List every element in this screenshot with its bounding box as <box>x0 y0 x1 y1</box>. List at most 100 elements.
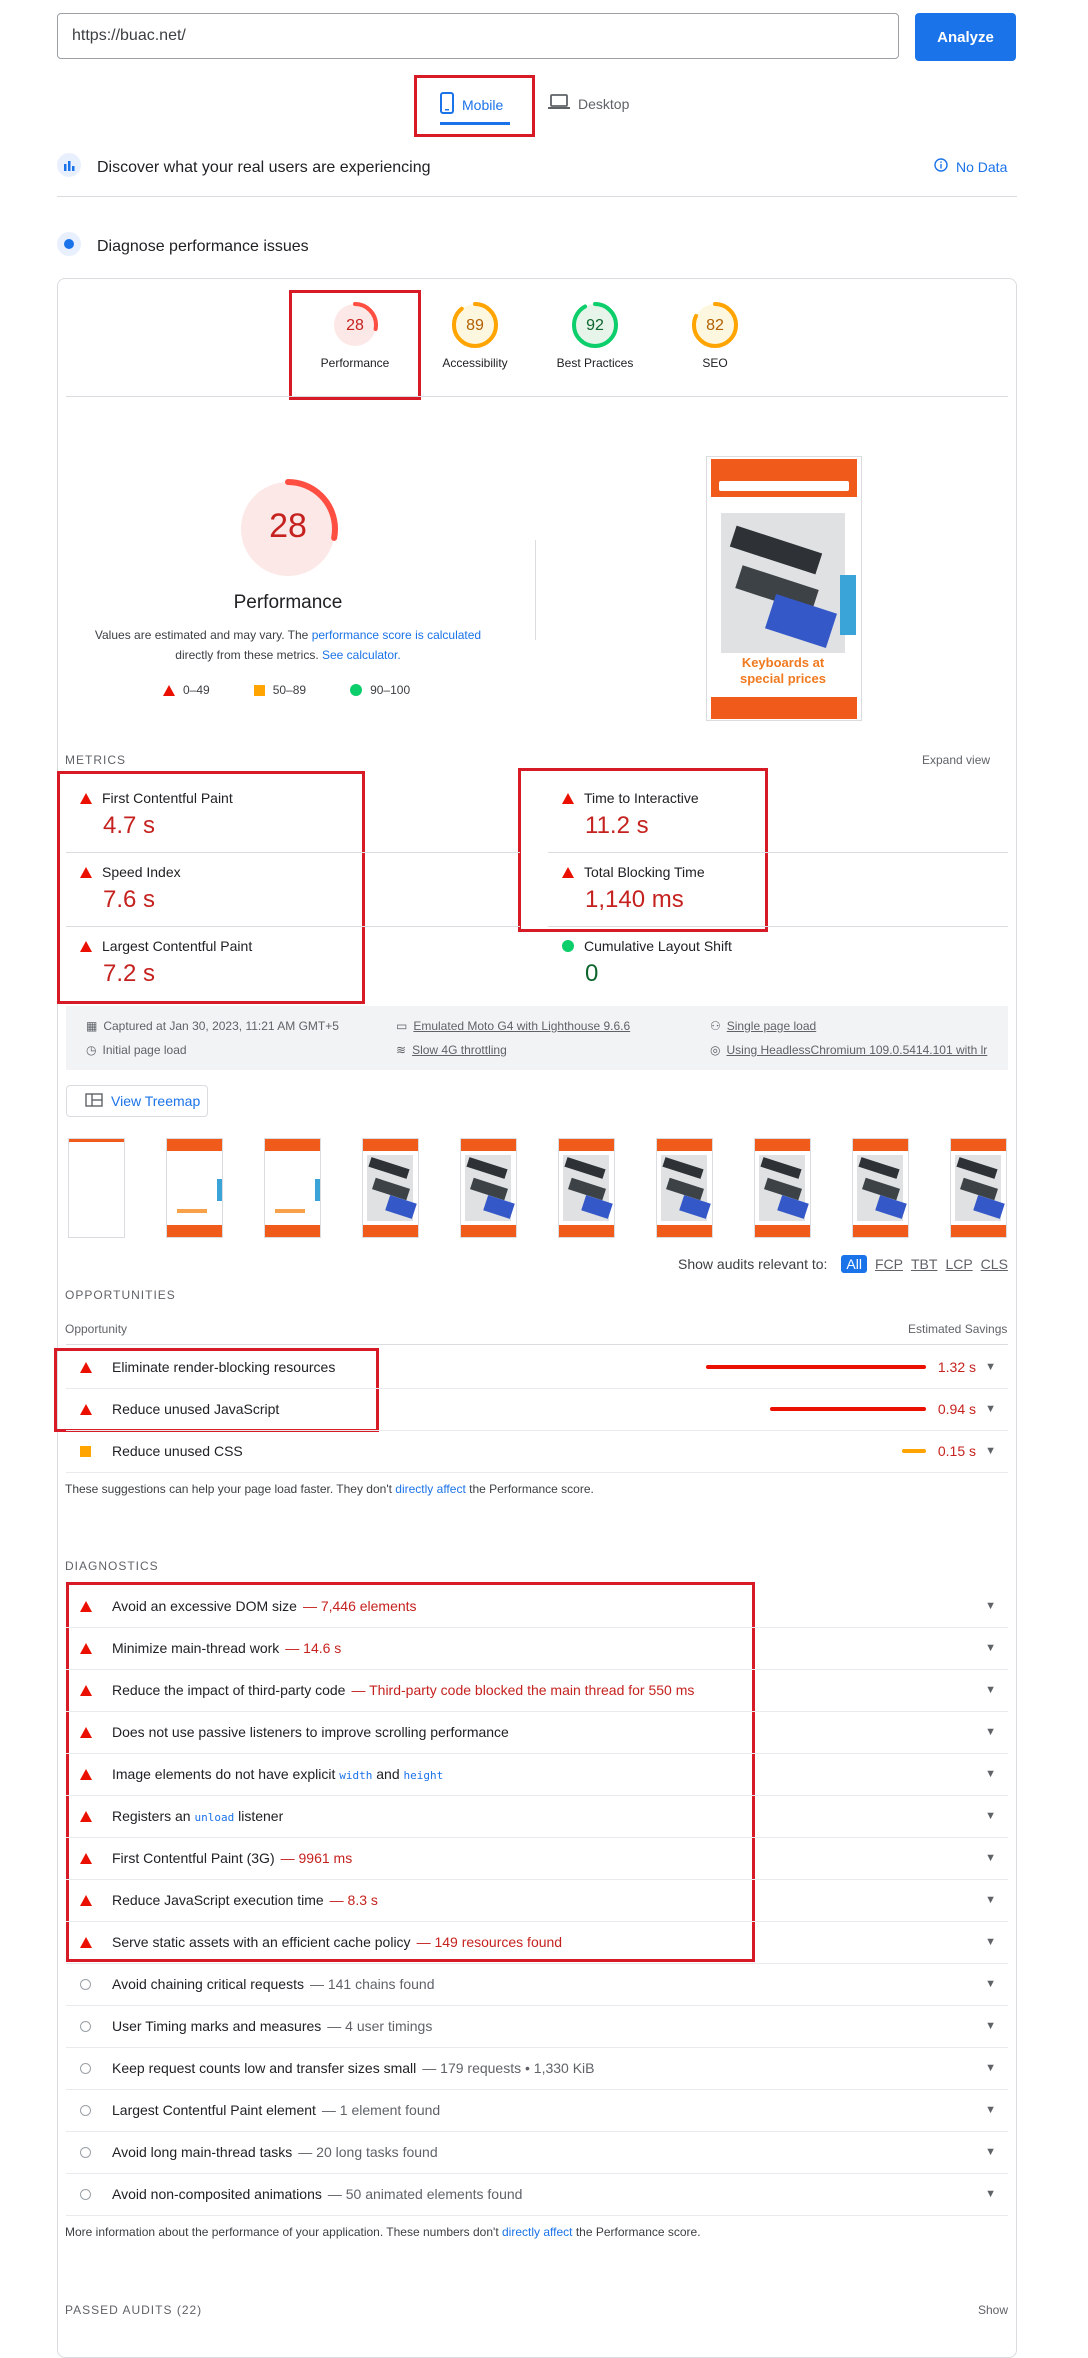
metric-value: 11.2 s <box>585 812 649 839</box>
filter-fcp[interactable]: FCP <box>875 1256 903 1272</box>
fail-triangle-icon <box>80 1936 92 1948</box>
diagnostic-row[interactable]: User Timing marks and measures — 4 user t… <box>66 2005 1008 2048</box>
passed-audits-header[interactable]: PASSED AUDITS (22) <box>65 2303 202 2317</box>
diagnostic-row[interactable]: Does not use passive listeners to improv… <box>66 1711 1008 1754</box>
diagnostic-row[interactable]: Image elements do not have explicit widt… <box>66 1753 1008 1796</box>
opportunity-row[interactable]: Eliminate render-blocking resources 1.32 … <box>66 1346 1008 1389</box>
diagnostic-title: Keep request counts low and transfer siz… <box>112 2060 417 2076</box>
filter-lcp[interactable]: LCP <box>945 1256 972 1272</box>
chevron-down-icon: ▼ <box>985 1894 996 1906</box>
diagnostic-row[interactable]: Serve static assets with an efficient ca… <box>66 1921 1008 1964</box>
see-calculator-link[interactable]: See calculator. <box>322 648 401 662</box>
diagnostic-row[interactable]: Minimize main-thread work — 14.6 s ▼ <box>66 1627 1008 1670</box>
view-treemap-button[interactable]: View Treemap <box>66 1085 208 1117</box>
no-data-label: No Data <box>956 158 1008 175</box>
pass-circle-icon <box>350 684 363 696</box>
legend-good: 90–100 <box>370 683 411 697</box>
diagnostic-title: Avoid an excessive DOM size <box>112 1598 297 1614</box>
chevron-down-icon: ▼ <box>985 2062 996 2074</box>
metrics-header: METRICS <box>65 753 126 767</box>
note-text: These suggestions can help your page loa… <box>65 1482 392 1496</box>
directly-affect-link[interactable]: directly affect <box>395 1482 465 1496</box>
fail-triangle-icon <box>562 792 574 804</box>
info-circle-icon <box>80 1978 91 1990</box>
filter-tbt[interactable]: TBT <box>911 1256 937 1272</box>
tab-desktop[interactable]: Desktop <box>548 94 629 113</box>
diagnostic-row[interactable]: Largest Contentful Paint element — 1 elem… <box>66 2089 1008 2132</box>
category-gauge-accessibility[interactable]: 89 Accessibility <box>425 300 525 370</box>
diagnostic-detail: — 149 resources found <box>416 1934 563 1950</box>
gauge-label: Best Practices <box>556 356 634 370</box>
diagnostic-detail: — 141 chains found <box>309 1976 435 1992</box>
info-circle-icon <box>80 2188 91 2200</box>
divider <box>66 1344 1008 1345</box>
diagnose-text: Diagnose performance issues <box>97 237 309 255</box>
big-gauge-title: Performance <box>233 592 343 613</box>
diagnostic-row[interactable]: Registers an unload listener ▼ <box>66 1795 1008 1838</box>
person-icon: ⚇ <box>710 1019 721 1033</box>
diagnostic-detail: — 7,446 elements <box>302 1598 417 1614</box>
divider <box>548 852 1008 853</box>
svg-text:82: 82 <box>706 317 724 334</box>
diagnostic-detail: — 4 user timings <box>327 2018 433 2034</box>
diagnostic-row[interactable]: First Contentful Paint (3G) — 9961 ms ▼ <box>66 1837 1008 1880</box>
env-initial-load: ◷ Initial page load <box>86 1043 187 1057</box>
no-data-link[interactable]: No Data <box>934 158 1007 175</box>
diagnostic-row[interactable]: Avoid chaining critical requests — 141 ch… <box>66 1963 1008 2006</box>
diagnostic-row[interactable]: Keep request counts low and transfer siz… <box>66 2047 1008 2090</box>
analyze-button[interactable]: Analyze <box>915 13 1016 61</box>
filter-all[interactable]: All <box>841 1255 867 1273</box>
env-browser[interactable]: ◎ Using HeadlessChromium 109.0.5414.101 w… <box>710 1043 1000 1057</box>
chevron-down-icon: ▼ <box>985 1361 996 1373</box>
diagnostic-row[interactable]: Reduce JavaScript execution time — 8.3 s ▼ <box>66 1879 1008 1922</box>
diagnostic-title: Avoid non-composited animations <box>112 2186 322 2202</box>
opportunity-row[interactable]: Reduce unused JavaScript 0.94 s ▼ <box>66 1388 1008 1431</box>
chevron-down-icon: ▼ <box>985 1978 996 1990</box>
url-input[interactable]: https://buac.net/ <box>57 13 899 59</box>
info-circle-icon <box>80 2146 91 2158</box>
expand-view-button[interactable]: Expand view <box>922 753 990 767</box>
show-passed-button[interactable]: Show <box>978 2303 1008 2317</box>
chevron-down-icon: ▼ <box>985 1726 996 1738</box>
category-gauge-performance[interactable]: 28 Performance <box>305 300 405 370</box>
laptop-icon <box>548 94 570 113</box>
filmstrip-frame <box>754 1138 811 1238</box>
treemap-icon <box>85 1092 103 1110</box>
diagnostic-title: First Contentful Paint (3G) <box>112 1850 275 1866</box>
gauge-ring: 89 <box>452 302 498 348</box>
diagnostic-detail: — 9961 ms <box>280 1850 353 1866</box>
category-gauge-best-practices[interactable]: 92 Best Practices <box>545 300 645 370</box>
note-text: More information about the performance o… <box>65 2225 499 2239</box>
divider <box>66 926 520 927</box>
score-calculated-link[interactable]: performance score is calculated <box>312 628 481 642</box>
estimate-note-text: Values are estimated and may vary. The <box>94 628 309 642</box>
filter-cls[interactable]: CLS <box>981 1256 1008 1272</box>
savings-bar <box>902 1449 926 1453</box>
estimate-note-text: directly from these metrics. <box>175 648 319 662</box>
diagnostic-row[interactable]: Avoid long main-thread tasks — 20 long ta… <box>66 2131 1008 2174</box>
diagnostic-row[interactable]: Reduce the impact of third-party code — T… <box>66 1669 1008 1712</box>
directly-affect-link[interactable]: directly affect <box>502 2225 572 2239</box>
lab-icon <box>57 232 81 261</box>
metric-name: First Contentful Paint <box>102 790 233 806</box>
env-emulated[interactable]: ▭ Emulated Moto G4 with Lighthouse 9.6.6 <box>396 1019 630 1033</box>
opportunity-title: Reduce unused CSS <box>112 1443 243 1459</box>
opportunity-row[interactable]: Reduce unused CSS 0.15 s ▼ <box>66 1430 1008 1473</box>
env-throttling[interactable]: ≋ Slow 4G throttling <box>396 1043 507 1057</box>
chevron-down-icon: ▼ <box>985 1600 996 1612</box>
category-gauge-seo[interactable]: 82 SEO <box>665 300 765 370</box>
diagnostic-row[interactable]: Avoid non-composited animations — 50 anim… <box>66 2173 1008 2216</box>
savings-column-header: Estimated Savings <box>908 1322 1008 1336</box>
metric-value: 7.2 s <box>103 960 156 987</box>
users-icon <box>57 153 81 182</box>
divider <box>57 196 1017 197</box>
env-single-load[interactable]: ⚇ Single page load <box>710 1019 816 1033</box>
diagnostic-row[interactable]: Avoid an excessive DOM size — 7,446 eleme… <box>66 1585 1008 1628</box>
metric-value: 1,140 ms <box>585 886 684 913</box>
fail-triangle-icon <box>80 1361 92 1373</box>
filter-label: Show audits relevant to: <box>678 1256 828 1272</box>
info-icon <box>934 158 948 175</box>
chevron-down-icon: ▼ <box>985 1936 996 1948</box>
filmstrip-frame <box>264 1138 321 1238</box>
tab-mobile[interactable]: Mobile <box>440 92 503 117</box>
